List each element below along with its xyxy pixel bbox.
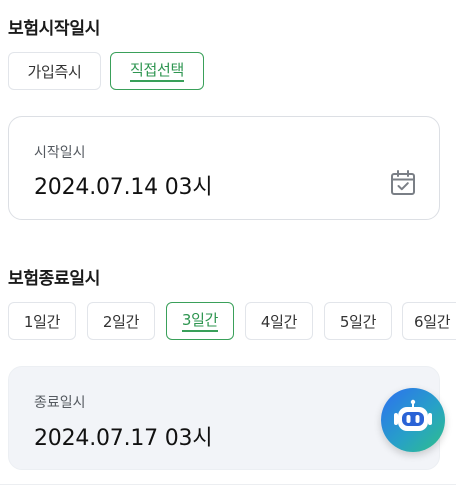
end-datetime-card: 종료일시 2024.07.17 03시 — [8, 366, 440, 470]
end-section-title: 보험종료일시 — [8, 269, 101, 289]
option-join-immediately[interactable]: 가입즉시 — [8, 52, 101, 90]
start-datetime-card[interactable]: 시작일시 2024.07.14 03시 — [8, 116, 440, 220]
end-datetime-label: 종료일시 — [34, 395, 86, 411]
end-datetime-value: 2024.07.17 03시 — [34, 426, 213, 451]
option-5-days[interactable]: 5일간 — [324, 302, 392, 340]
calendar-check-icon[interactable] — [389, 169, 417, 197]
start-section-title: 보험시작일시 — [8, 19, 101, 39]
option-direct-select[interactable]: 직접선택 — [110, 52, 204, 90]
option-label: 2일간 — [102, 312, 140, 331]
option-4-days[interactable]: 4일간 — [245, 302, 313, 340]
option-label: 6일간 — [414, 312, 451, 331]
option-label: 직접선택 — [129, 61, 184, 82]
option-label: 가입즉시 — [27, 62, 82, 81]
option-label: 3일간 — [181, 311, 218, 332]
chatbot-button[interactable] — [381, 388, 445, 452]
bottom-divider — [0, 484, 456, 485]
option-6-days[interactable]: 6일간 — [402, 302, 456, 340]
start-datetime-label: 시작일시 — [34, 145, 86, 161]
option-label: 1일간 — [23, 312, 61, 331]
start-datetime-value: 2024.07.14 03시 — [34, 175, 213, 200]
option-label: 4일간 — [260, 312, 298, 331]
option-2-days[interactable]: 2일간 — [87, 302, 155, 340]
option-label: 5일간 — [339, 312, 377, 331]
robot-icon — [394, 399, 432, 431]
option-1-day[interactable]: 1일간 — [8, 302, 76, 340]
option-3-days[interactable]: 3일간 — [166, 302, 234, 340]
